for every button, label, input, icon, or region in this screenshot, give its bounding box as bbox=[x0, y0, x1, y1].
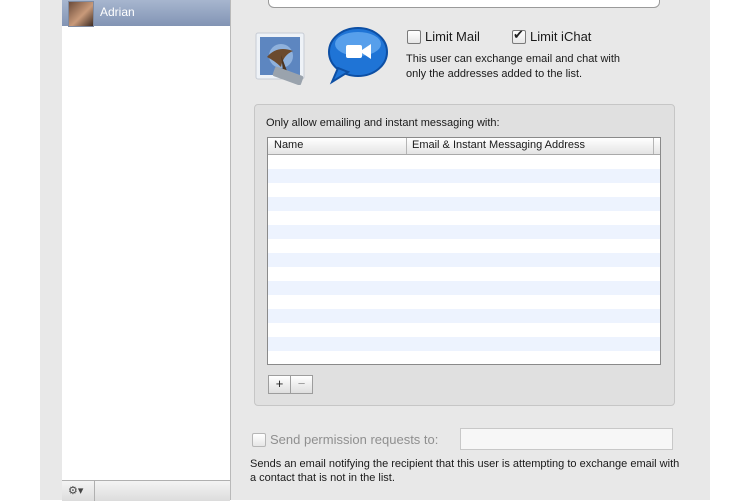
table-row bbox=[268, 295, 660, 309]
table-row bbox=[268, 239, 660, 253]
limit-description: This user can exchange email and chat wi… bbox=[406, 53, 621, 80]
user-avatar bbox=[68, 1, 94, 27]
column-divider bbox=[653, 138, 654, 154]
table-row bbox=[268, 155, 660, 169]
limit-ichat-row[interactable]: Limit iChat bbox=[512, 27, 592, 45]
limit-mail-row[interactable]: Limit Mail bbox=[407, 28, 480, 44]
limit-mail-label: Limit Mail bbox=[425, 29, 480, 45]
remove-contact-button[interactable]: − bbox=[290, 375, 313, 394]
table-row bbox=[268, 309, 660, 323]
table-row bbox=[268, 169, 660, 183]
permission-checkbox[interactable] bbox=[252, 432, 266, 447]
limit-ichat-label: Limit iChat bbox=[530, 29, 592, 45]
table-header: Name Email & Instant Messaging Address bbox=[268, 138, 660, 155]
user-name-label: Adrian bbox=[100, 5, 135, 19]
table-row bbox=[268, 323, 660, 337]
column-divider bbox=[406, 138, 407, 154]
table-row bbox=[268, 351, 660, 364]
limit-ichat-checkbox[interactable] bbox=[512, 27, 526, 44]
table-row bbox=[268, 337, 660, 351]
column-header-address[interactable]: Email & Instant Messaging Address bbox=[412, 139, 585, 151]
table-row bbox=[268, 267, 660, 281]
permission-email-field[interactable] bbox=[460, 428, 673, 450]
add-contact-button[interactable]: + bbox=[268, 375, 291, 394]
toolbar-divider bbox=[94, 481, 95, 501]
mail-stamp-icon bbox=[255, 32, 305, 85]
table-row bbox=[268, 183, 660, 197]
limit-mail-checkbox[interactable] bbox=[407, 29, 421, 44]
user-sidebar: Adrian ⚙▾ bbox=[62, 0, 231, 501]
sidebar-item-adrian[interactable]: Adrian bbox=[62, 0, 230, 27]
permission-label: Send permission requests to: bbox=[270, 432, 439, 448]
permission-description: Sends an email notifying the recipient t… bbox=[250, 458, 680, 484]
table-row bbox=[268, 281, 660, 295]
gear-icon[interactable]: ⚙▾ bbox=[68, 484, 94, 498]
allowed-contacts-title: Only allow emailing and instant messagin… bbox=[266, 117, 500, 129]
table-row bbox=[268, 253, 660, 267]
table-row bbox=[268, 211, 660, 225]
column-header-name[interactable]: Name bbox=[274, 139, 303, 151]
ichat-icon bbox=[328, 27, 388, 85]
table-rows bbox=[268, 155, 660, 364]
table-row bbox=[268, 225, 660, 239]
top-field-edge bbox=[268, 0, 660, 8]
sidebar-toolbar: ⚙▾ bbox=[62, 480, 230, 501]
permission-row[interactable]: Send permission requests to: bbox=[252, 431, 438, 449]
allowed-contacts-table[interactable]: Name Email & Instant Messaging Address bbox=[267, 137, 661, 365]
table-row bbox=[268, 197, 660, 211]
